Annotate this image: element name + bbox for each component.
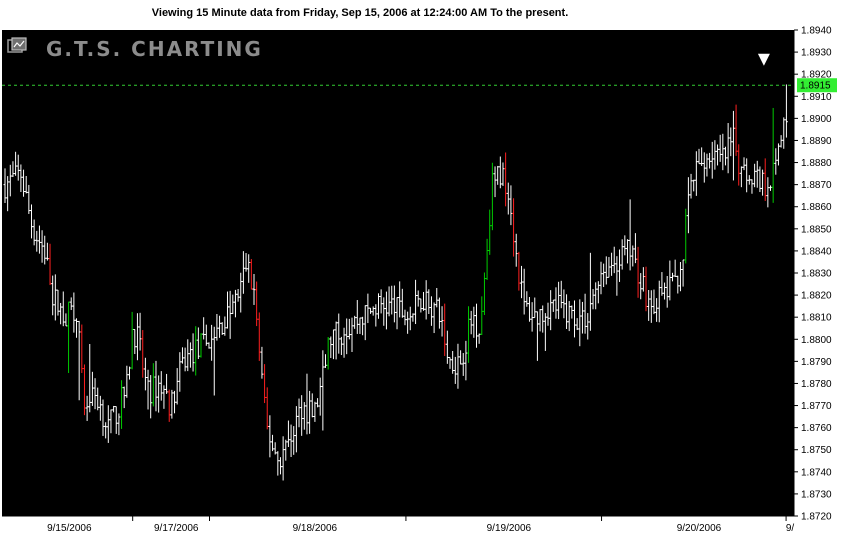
y-tick-label: 1.8750 [801,445,832,456]
current-price-value: 1.8915 [800,81,831,92]
x-tick-label: 9/17/2006 [154,523,199,534]
y-tick-label: 1.8780 [801,379,832,390]
logo: G.T.S. CHARTING [7,37,263,61]
y-tick-label: 1.8770 [801,401,832,412]
y-tick-label: 1.8810 [801,313,832,324]
y-tick-label: 1.8850 [801,224,832,235]
y-tick-label: 1.8840 [801,246,832,257]
y-tick-label: 1.8930 [801,48,832,59]
y-tick-label: 1.8890 [801,136,832,147]
y-tick-label: 1.8900 [801,114,832,125]
y-tick-label: 1.8920 [801,70,832,81]
y-tick-label: 1.8760 [801,423,832,434]
y-tick-label: 1.8940 [801,26,832,37]
logo-text: G.T.S. CHARTING [46,37,263,61]
chart-window: Viewing 15 Minute data from Friday, Sep … [0,0,841,539]
y-tick-label: 1.8740 [801,467,832,478]
y-tick-label: 1.8730 [801,489,832,500]
y-tick-label: 1.8720 [801,512,832,523]
y-tick-label: 1.8790 [801,357,832,368]
y-tick-label: 1.8910 [801,92,832,103]
y-tick-label: 1.8800 [801,335,832,346]
x-tick-label: 9/18/2006 [293,523,338,534]
y-tick-label: 1.8880 [801,158,832,169]
x-tick-label: 9/ [786,523,795,534]
x-tick-label: 9/15/2006 [47,523,92,534]
y-tick-label: 1.8870 [801,180,832,191]
y-tick-label: 1.8830 [801,269,832,280]
x-tick-label: 9/19/2006 [487,523,532,534]
x-tick-label: 9/20/2006 [677,523,722,534]
y-tick-label: 1.8860 [801,202,832,213]
y-tick-label: 1.8820 [801,291,832,302]
price-chart[interactable]: G.T.S. CHARTING 1.8915 1.8720 1.8730 1.874… [0,0,841,539]
